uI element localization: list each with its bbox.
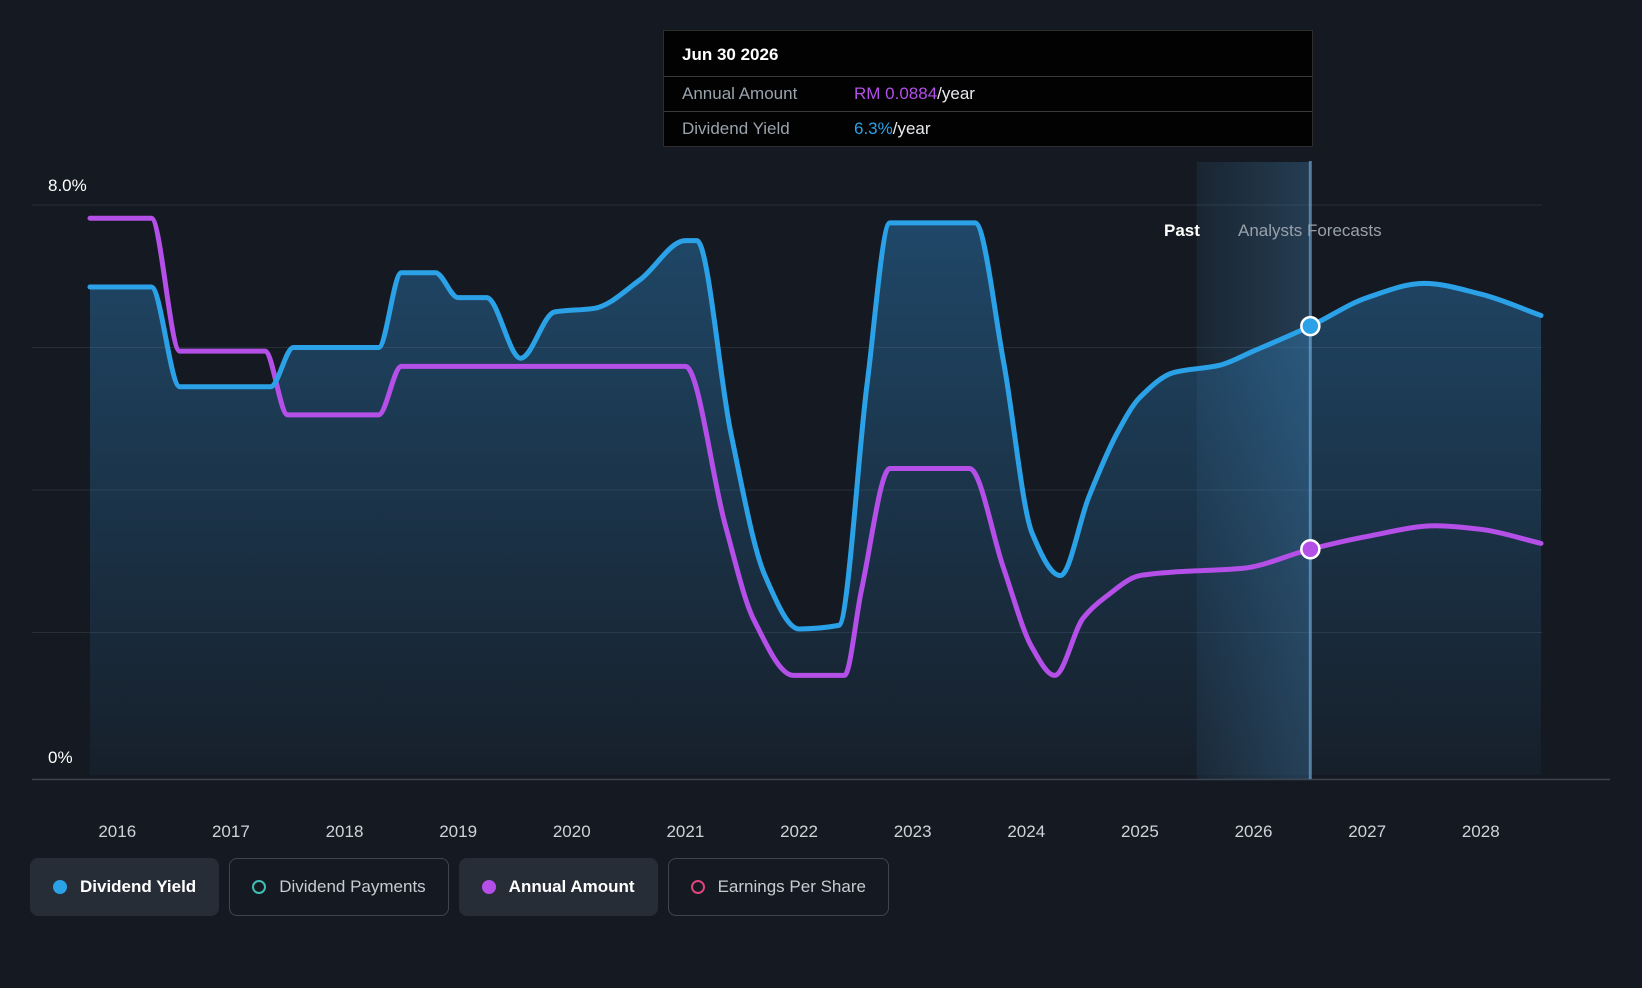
legend-label: Earnings Per Share [717,877,866,896]
past-label: Past [1164,221,1200,240]
tooltip-date: Jun 30 2026 [664,31,1312,77]
x-axis-tick-2024: 2024 [1007,822,1046,841]
legend-button-dividend-yield[interactable]: Dividend Yield [30,858,220,916]
x-axis-tick-2019: 2019 [439,822,478,841]
legend-button-earnings-per-share[interactable]: Earnings Per Share [667,858,889,916]
x-axis-tick-2018: 2018 [325,822,364,841]
legend: Dividend Yield Dividend Payments Annual Am… [30,858,889,916]
x-axis-tick-2021: 2021 [666,822,705,841]
x-axis-tick-2023: 2023 [893,822,932,841]
forecast-highlight-band [1196,162,1311,779]
x-axis-tick-2025: 2025 [1120,822,1159,841]
dividend-chart-page: 8.0% 0% Past Analysts Forecasts 2016 2017… [0,0,1642,988]
tooltip-row-dividend-yield: Dividend Yield 6.3%/year [664,112,1312,146]
hover-tooltip: Jun 30 2026 Annual Amount RM 0.0884/year… [663,30,1313,147]
dividend-yield-marker-icon [53,880,67,894]
yield-area-fill [90,222,1541,775]
tooltip-label: Annual Amount [682,84,798,103]
tooltip-row-value: 6.3% [854,119,893,138]
tooltip-row-annual-amount: Annual Amount RM 0.0884/year [664,77,1312,112]
x-axis-tick-2028: 2028 [1461,822,1500,841]
earnings-per-share-marker-icon [690,880,705,894]
x-axis-tick-2020: 2020 [552,822,591,841]
legend-button-annual-amount[interactable]: Annual Amount [458,858,658,916]
x-axis-tick-2027: 2027 [1348,822,1387,841]
tooltip-suffix: /year [937,84,975,103]
x-axis-tick-2026: 2026 [1234,822,1273,841]
legend-label: Annual Amount [508,877,635,896]
x-axis-tick-2016: 2016 [98,822,137,841]
x-axis-tick-2017: 2017 [211,822,250,841]
tooltip-label: Dividend Yield [682,119,790,138]
annual-amount-marker[interactable] [1300,538,1321,560]
dividend-yield-marker[interactable] [1300,315,1321,337]
tooltip-row-value: RM 0.0884 [854,84,938,103]
legend-label: Dividend Payments [279,877,426,896]
tooltip-suffix: /year [892,119,931,138]
y-axis-label-top: 8.0% [48,176,87,195]
y-axis-label-bottom: 0% [48,748,73,767]
legend-button-dividend-payments[interactable]: Dividend Payments [229,858,449,916]
x-axis-tick-2022: 2022 [780,822,818,841]
analysts-forecasts-label: Analysts Forecasts [1238,221,1382,240]
dividend-payments-marker-icon [252,880,267,894]
annual-amount-marker-icon [481,880,496,894]
legend-label: Dividend Yield [80,877,197,896]
